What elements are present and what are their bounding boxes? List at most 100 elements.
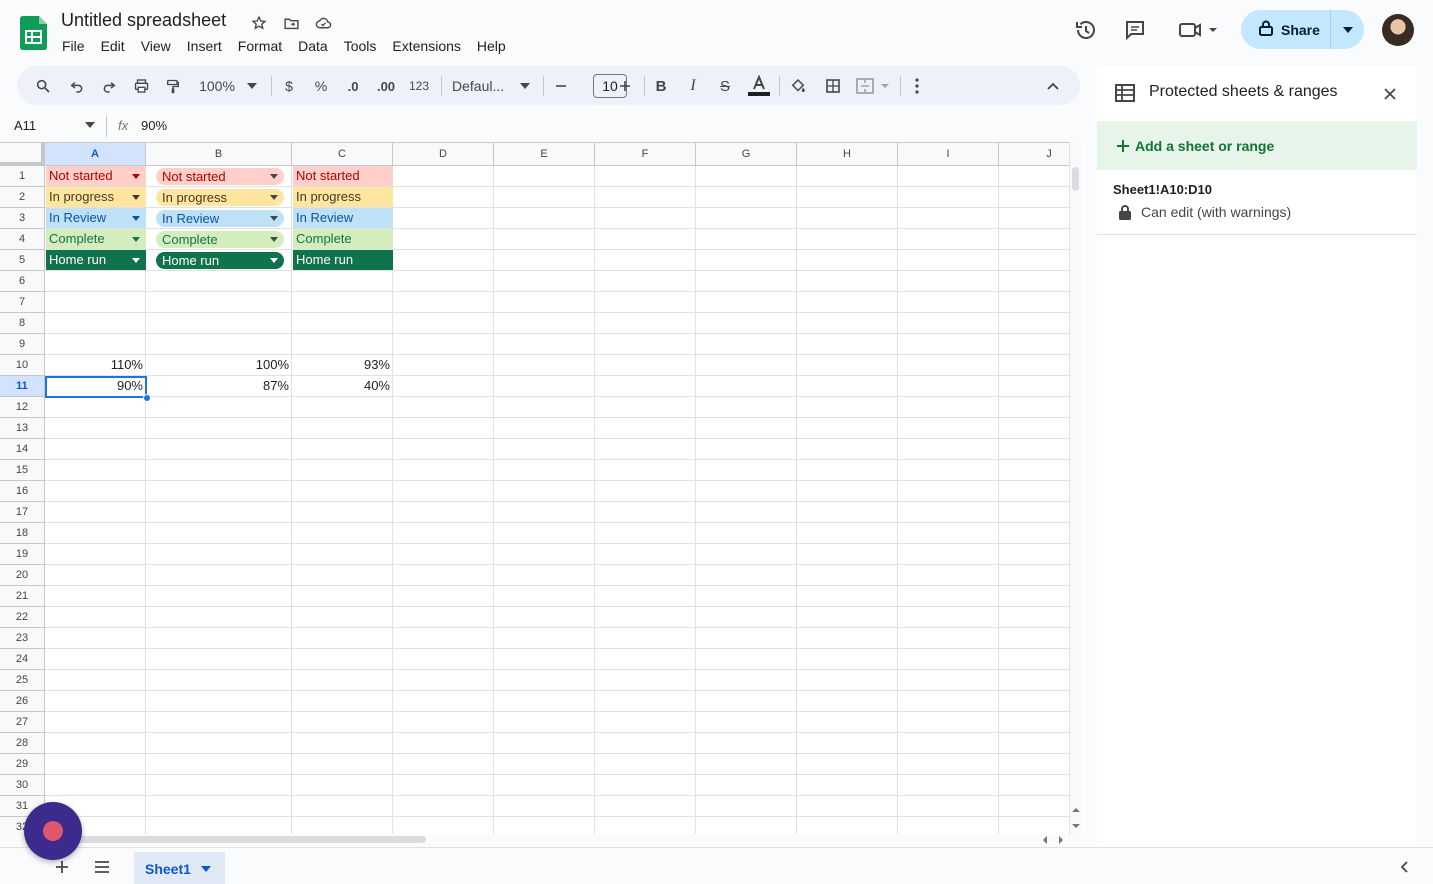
dropdown-arrow-icon[interactable] bbox=[270, 174, 278, 179]
row-header-16[interactable]: 16 bbox=[0, 481, 45, 502]
select-all-corner[interactable] bbox=[0, 143, 45, 166]
close-icon[interactable] bbox=[1381, 85, 1399, 103]
version-history-icon[interactable] bbox=[1074, 18, 1098, 42]
dropdown-arrow-icon[interactable] bbox=[132, 195, 140, 200]
screen-recorder-button[interactable] bbox=[24, 802, 82, 860]
dropdown-chip-b5[interactable]: Home run bbox=[156, 252, 284, 269]
zoom-dropdown-icon[interactable] bbox=[245, 74, 259, 98]
row-header-29[interactable]: 29 bbox=[0, 754, 45, 775]
dropdown-cell-a4[interactable]: Complete bbox=[46, 229, 146, 249]
name-box-dropdown-icon[interactable] bbox=[85, 122, 95, 128]
paint-format-icon[interactable] bbox=[163, 74, 183, 98]
menu-data[interactable]: Data bbox=[290, 36, 336, 56]
scroll-left-icon[interactable] bbox=[1042, 836, 1048, 844]
share-dropdown-button[interactable] bbox=[1331, 10, 1364, 49]
column-header-f[interactable]: F bbox=[595, 143, 696, 166]
cell-b10[interactable]: 100% bbox=[147, 355, 292, 375]
dropdown-arrow-icon[interactable] bbox=[270, 216, 278, 221]
formula-input[interactable]: 90% bbox=[141, 118, 167, 133]
row-header-20[interactable]: 20 bbox=[0, 565, 45, 586]
cell-c11[interactable]: 40% bbox=[293, 376, 393, 396]
vertical-scroll-thumb[interactable] bbox=[1072, 167, 1079, 191]
cell-a10[interactable]: 110% bbox=[46, 355, 146, 375]
dropdown-arrow-icon[interactable] bbox=[270, 258, 278, 263]
horizontal-scroll-thumb[interactable] bbox=[62, 836, 426, 843]
row-header-14[interactable]: 14 bbox=[0, 439, 45, 460]
sheets-logo-icon[interactable] bbox=[20, 16, 47, 50]
row-header-5[interactable]: 5 bbox=[0, 250, 45, 271]
row-header-27[interactable]: 27 bbox=[0, 712, 45, 733]
row-header-8[interactable]: 8 bbox=[0, 313, 45, 334]
menu-file[interactable]: File bbox=[54, 36, 93, 56]
expand-side-panel-icon[interactable] bbox=[1400, 861, 1408, 873]
undo-icon[interactable] bbox=[67, 74, 87, 98]
row-header-30[interactable]: 30 bbox=[0, 775, 45, 796]
dropdown-cell-a5[interactable]: Home run bbox=[46, 250, 146, 270]
zoom-select[interactable]: 100% bbox=[195, 74, 239, 98]
row-header-24[interactable]: 24 bbox=[0, 649, 45, 670]
cell-c10[interactable]: 93% bbox=[293, 355, 393, 375]
column-header-e[interactable]: E bbox=[494, 143, 595, 166]
menu-format[interactable]: Format bbox=[230, 36, 290, 56]
redo-icon[interactable] bbox=[99, 74, 119, 98]
cell-c1[interactable]: Not started bbox=[293, 166, 393, 186]
row-header-18[interactable]: 18 bbox=[0, 523, 45, 544]
row-header-4[interactable]: 4 bbox=[0, 229, 45, 250]
menu-insert[interactable]: Insert bbox=[179, 36, 230, 56]
italic-icon[interactable]: I bbox=[683, 74, 703, 98]
fill-handle[interactable] bbox=[143, 394, 151, 402]
spreadsheet-grid[interactable]: ABCDEFGHIJ 1 2 3 4 5 6 7 8 9 10 11 12 13 14 15 16 17 18 19… bbox=[0, 142, 1069, 834]
all-sheets-icon[interactable] bbox=[94, 861, 110, 873]
menu-help[interactable]: Help bbox=[469, 36, 514, 56]
sheet-tab-dropdown-icon[interactable] bbox=[200, 865, 211, 872]
menu-edit[interactable]: Edit bbox=[93, 36, 133, 56]
row-header-10[interactable]: 10 bbox=[0, 355, 45, 376]
decrease-decimal-button[interactable]: .0 bbox=[342, 74, 364, 98]
account-avatar[interactable] bbox=[1382, 14, 1414, 46]
column-header-c[interactable]: C bbox=[292, 143, 393, 166]
collapse-toolbar-icon[interactable] bbox=[1043, 74, 1063, 98]
font-dropdown-icon[interactable] bbox=[518, 74, 532, 98]
row-header-21[interactable]: 21 bbox=[0, 586, 45, 607]
percent-format-button[interactable]: % bbox=[312, 74, 330, 98]
add-sheet-icon[interactable] bbox=[55, 860, 69, 874]
cell-c2[interactable]: In progress bbox=[293, 187, 393, 207]
dropdown-arrow-icon[interactable] bbox=[132, 237, 140, 242]
more-options-icon[interactable] bbox=[908, 74, 926, 98]
cell-c5[interactable]: Home run bbox=[293, 250, 393, 270]
dropdown-cell-a3[interactable]: In Review bbox=[46, 208, 146, 228]
menu-tools[interactable]: Tools bbox=[336, 36, 385, 56]
row-header-13[interactable]: 13 bbox=[0, 418, 45, 439]
column-header-a[interactable]: A bbox=[45, 143, 146, 166]
column-header-b[interactable]: B bbox=[146, 143, 292, 166]
cloud-status-icon[interactable] bbox=[312, 12, 334, 34]
column-header-i[interactable]: I bbox=[898, 143, 999, 166]
row-header-22[interactable]: 22 bbox=[0, 607, 45, 628]
dropdown-arrow-icon[interactable] bbox=[270, 195, 278, 200]
merge-cells-icon[interactable] bbox=[855, 74, 891, 98]
menu-extensions[interactable]: Extensions bbox=[384, 36, 468, 56]
comments-icon[interactable] bbox=[1123, 18, 1147, 42]
row-header-26[interactable]: 26 bbox=[0, 691, 45, 712]
print-icon[interactable] bbox=[131, 74, 151, 98]
row-header-23[interactable]: 23 bbox=[0, 628, 45, 649]
name-box[interactable]: A11 bbox=[14, 118, 36, 133]
row-header-9[interactable]: 9 bbox=[0, 334, 45, 355]
row-header-7[interactable]: 7 bbox=[0, 292, 45, 313]
increase-font-size-icon[interactable] bbox=[616, 74, 634, 98]
row-header-3[interactable]: 3 bbox=[0, 208, 45, 229]
row-header-28[interactable]: 28 bbox=[0, 733, 45, 754]
row-header-6[interactable]: 6 bbox=[0, 271, 45, 292]
cell-b11[interactable]: 87% bbox=[147, 376, 292, 396]
scroll-right-icon[interactable] bbox=[1058, 836, 1064, 844]
dropdown-cell-a1[interactable]: Not started bbox=[46, 166, 146, 186]
cell-c3[interactable]: In Review bbox=[293, 208, 393, 228]
row-header-11[interactable]: 11 bbox=[0, 376, 45, 397]
number-format-button[interactable]: 123 bbox=[406, 74, 432, 98]
dropdown-chip-b3[interactable]: In Review bbox=[156, 210, 284, 227]
meet-icon[interactable] bbox=[1178, 18, 1222, 42]
dropdown-arrow-icon[interactable] bbox=[132, 174, 140, 179]
vertical-scrollbar[interactable] bbox=[1069, 142, 1081, 834]
currency-format-button[interactable]: $ bbox=[280, 74, 298, 98]
row-header-12[interactable]: 12 bbox=[0, 397, 45, 418]
